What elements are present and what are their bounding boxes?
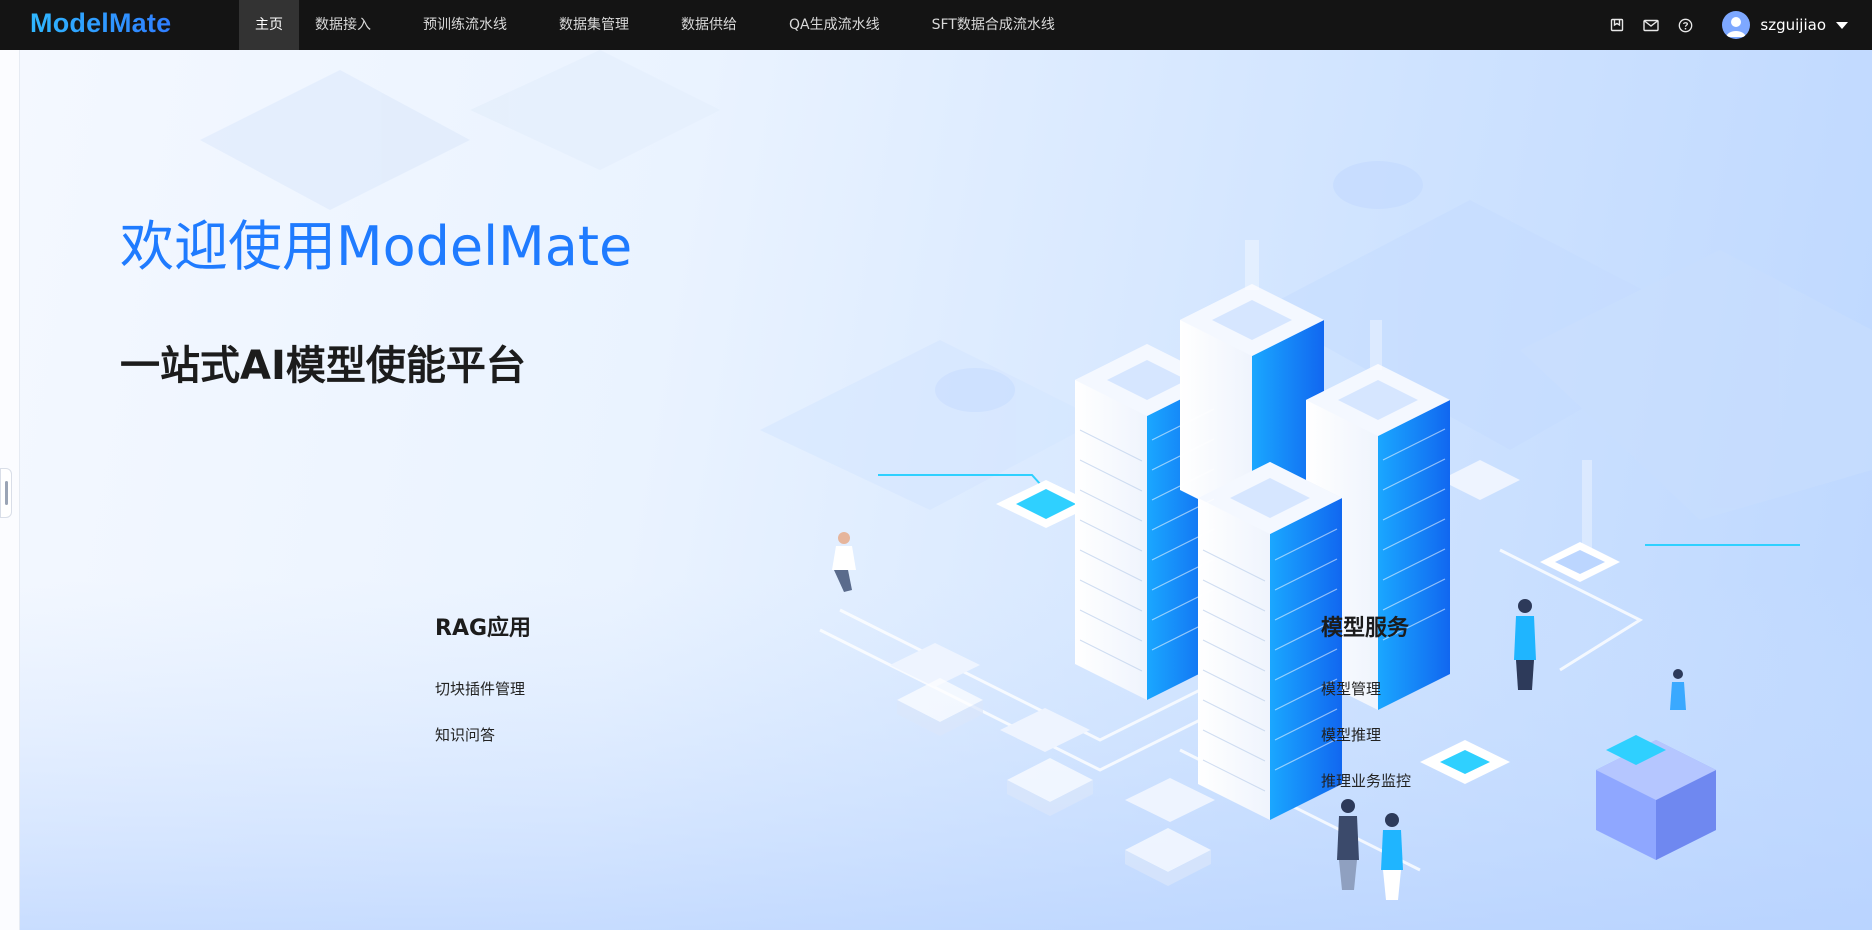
nav-item-home[interactable]: 主页 bbox=[239, 0, 299, 50]
nav-item-qa-pipeline[interactable]: QA生成流水线 bbox=[773, 0, 896, 50]
platform-subtitle: 一站式AI模型使能平台 bbox=[120, 343, 526, 389]
nav-item-dataset-management[interactable]: 数据集管理 bbox=[543, 0, 645, 50]
link-model-inference[interactable]: 模型推理 bbox=[1321, 724, 1381, 745]
server-illustration bbox=[0, 50, 1872, 930]
link-inference-monitoring[interactable]: 推理业务监控 bbox=[1321, 770, 1411, 791]
welcome-heading: 欢迎使用ModelMate bbox=[120, 215, 633, 278]
nav-item-pretrain-pipeline[interactable]: 预训练流水线 bbox=[407, 0, 523, 50]
nav-item-data-supply[interactable]: 数据供给 bbox=[665, 0, 753, 50]
nav-item-sft-pipeline[interactable]: SFT数据合成流水线 bbox=[916, 0, 1071, 50]
username[interactable]: szguijiao bbox=[1760, 16, 1826, 34]
link-chunk-plugin-management[interactable]: 切块插件管理 bbox=[435, 678, 525, 699]
bookmark-icon[interactable] bbox=[1600, 0, 1634, 50]
help-icon[interactable] bbox=[1668, 0, 1702, 50]
top-nav-bar: ModelMate 主页 数据接入 预训练流水线 数据集管理 数据供给 QA生成… bbox=[0, 0, 1872, 50]
main-nav: 主页 数据接入 预训练流水线 数据集管理 数据供给 QA生成流水线 SFT数据合… bbox=[239, 0, 1071, 50]
chevron-down-icon[interactable] bbox=[1836, 21, 1848, 29]
mail-icon[interactable] bbox=[1634, 0, 1668, 50]
user-avatar[interactable] bbox=[1722, 11, 1751, 39]
link-model-management[interactable]: 模型管理 bbox=[1321, 678, 1381, 699]
home-hero: 欢迎使用ModelMate 一站式AI模型使能平台 RAG应用 切块插件管理 知… bbox=[0, 50, 1872, 930]
link-knowledge-qa[interactable]: 知识问答 bbox=[435, 724, 495, 745]
rag-section-title: RAG应用 bbox=[435, 616, 532, 641]
app-logo[interactable]: ModelMate bbox=[30, 8, 171, 39]
nav-item-data-ingestion[interactable]: 数据接入 bbox=[299, 0, 387, 50]
model-service-section-title: 模型服务 bbox=[1321, 616, 1410, 641]
sidebar-toggle-handle[interactable] bbox=[0, 468, 12, 518]
header-tools: szguijiao bbox=[1600, 0, 1848, 50]
